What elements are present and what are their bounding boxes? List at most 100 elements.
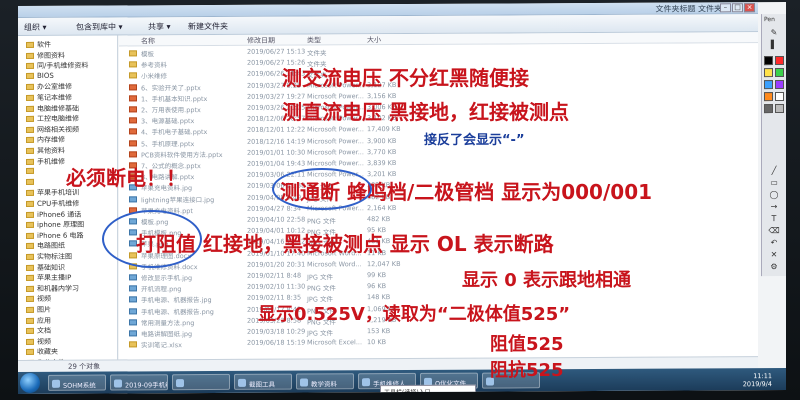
nav-item[interactable]: 图片 [26,305,51,316]
pen-icon[interactable]: ✎ [766,28,782,37]
file-name: 2、万用表使用.pptx [141,106,201,115]
nav-item[interactable]: 内存维修 [26,135,65,146]
taskbar-item[interactable]: 教学资料 [296,373,354,390]
nav-item[interactable]: 文档 [26,326,51,337]
color-swatch[interactable] [775,67,784,78]
nav-item-label: 收藏夹 [37,348,58,357]
nav-item[interactable]: 软件 [26,40,51,51]
highlighter-icon[interactable]: ▌ [766,40,782,49]
nav-item-label: 苹果主播IP [37,273,72,283]
nav-item-label: 电脑维修基础 [37,104,79,113]
arrow-icon[interactable]: → [766,202,782,211]
eraser-icon[interactable]: ⌫ [766,226,782,235]
system-clock[interactable]: 11:11 2019/9/4 [743,372,772,388]
file-icon [129,195,137,203]
close-icon[interactable]: × [744,3,755,13]
folder-icon [26,94,34,101]
file-row[interactable]: 实训笔记.xlsx 2019/06/18 15:19 Microsoft Excel… [119,336,758,350]
photo-frame: 文件夹标题 文件夹 – □ × 组织 ▾ 包含到库中 ▾ 共享 ▾ 新建文件夹 … [0,0,800,400]
column-date[interactable]: 修改日期 [247,36,275,46]
nav-item[interactable] [26,167,37,178]
nav-item[interactable]: 视频 [26,337,51,348]
undo-icon[interactable]: ↶ [766,238,782,247]
text-icon[interactable]: T [766,214,782,223]
ellipse-icon[interactable]: ◯ [766,190,782,199]
nav-item[interactable]: 办公室维修 [26,82,72,93]
nav-item[interactable]: 电脑维修基础 [26,103,79,114]
color-swatch[interactable] [764,80,773,90]
column-name[interactable]: 名称 [141,36,155,46]
color-swatch[interactable] [775,55,784,66]
nav-item[interactable]: 收藏夹 [26,347,58,358]
start-button[interactable] [20,372,40,394]
color-swatch[interactable] [764,56,773,66]
file-type: Microsoft Power... [307,136,364,146]
settings-icon[interactable]: ⚙ [766,262,782,271]
nav-item[interactable]: 实物标注图 [26,252,72,263]
nav-item[interactable] [26,178,37,189]
file-name: 开机流程.png [141,285,182,294]
nav-item[interactable]: 应用 [26,315,51,326]
folder-icon [26,84,34,91]
nav-item-label: 图片 [37,305,51,314]
nav-item-label: 软件 [37,40,51,49]
clear-icon[interactable]: ✕ [766,250,782,259]
file-icon [129,83,137,91]
file-name: 4、手机电子基础.pptx [141,128,208,137]
nav-item[interactable]: iPhone 6 电路 [26,230,84,241]
color-swatch[interactable] [764,68,773,78]
new-folder-button[interactable]: 新建文件夹 [188,21,228,32]
nav-item[interactable]: 同/手机维修资料 [26,61,88,72]
taskbar-item[interactable]: SOHM系统 [48,374,106,391]
line-icon[interactable]: ╱ [766,166,782,175]
nav-item[interactable]: 手机维修 [26,156,65,167]
folder-icon [26,190,34,197]
nav-item[interactable]: 修图资料 [26,50,65,61]
nav-item-label: BIOS [37,71,54,80]
column-size[interactable]: 大小 [367,35,381,45]
toolbar-popup[interactable]: 工具栏(选择)入口 [380,384,476,395]
rectangle-icon[interactable]: ▭ [766,178,782,187]
taskbar-item[interactable]: 2019-09手机维修... [110,374,168,391]
share-button[interactable]: 共享 ▾ [148,21,171,32]
color-swatch[interactable] [764,104,773,114]
folder-icon [26,200,34,207]
taskbar-item[interactable]: 截图工具 [234,373,292,390]
nav-item[interactable]: 网络相关视频 [26,124,79,135]
nav-item[interactable]: 视频 [26,294,51,305]
file-date: 2019/06/18 15:19 [247,338,306,347]
include-library-button[interactable]: 包含到库中 ▾ [76,21,123,32]
taskbar-item[interactable] [172,373,230,391]
color-swatch[interactable] [775,79,784,90]
nav-item-label: 视频 [37,295,51,304]
color-swatch[interactable] [775,91,784,102]
file-type: Microsoft Excel... [307,338,363,347]
nav-item[interactable]: 基础知识 [26,262,65,273]
color-swatch[interactable] [775,103,784,114]
folder-icon [26,105,34,112]
nav-item[interactable]: iphone 原理图 [26,220,84,231]
color-swatch[interactable] [764,92,773,102]
nav-item[interactable]: 电路图纸 [26,241,65,252]
nav-item[interactable]: 和机器内学习 [26,283,79,294]
file-size: 153 KB [367,327,391,336]
nav-item[interactable]: 工控电脑维修 [26,114,79,125]
organize-button[interactable]: 组织 ▾ [24,22,47,33]
nav-item[interactable]: CPU手机维修 [26,199,79,210]
maximize-icon[interactable]: □ [732,3,743,13]
nav-item[interactable]: 笔记本维修 [26,93,72,104]
file-icon [129,341,137,348]
nav-item[interactable]: 苹果主播IP [26,273,71,284]
nav-item-label: 办公室维修 [37,83,72,92]
file-icon [129,95,137,102]
nav-item-label: iPhone6 通话 [37,210,82,219]
file-name: 小米维修 [141,72,167,81]
minimize-icon[interactable]: – [720,3,731,13]
nav-item[interactable]: BIOS [26,72,54,83]
folder-icon [26,116,34,123]
file-type: Microsoft Word... [307,260,362,269]
nav-item-label: 修图资料 [37,51,65,60]
nav-item[interactable]: 其他资料 [26,146,65,157]
nav-item[interactable]: iPhone6 通话 [26,209,81,220]
column-type[interactable]: 类型 [307,35,321,45]
